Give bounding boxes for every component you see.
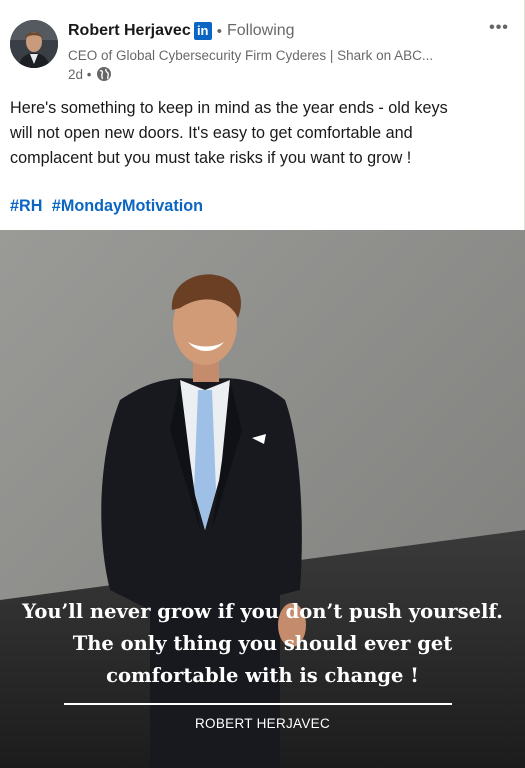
hashtags: #RH #MondayMotivation — [10, 197, 208, 216]
feed-post: Robert Herjavec in • Following CEO of Gl… — [0, 0, 525, 768]
following-status[interactable]: Following — [227, 22, 295, 40]
author-avatar[interactable] — [10, 20, 58, 68]
linkedin-badge-icon: in — [193, 22, 212, 40]
quote-line: The only thing you should ever get — [72, 632, 453, 655]
image-quote: You’ll never grow if you don’t push your… — [0, 596, 525, 692]
quote-divider — [64, 703, 452, 705]
author-name[interactable]: Robert Herjavec — [68, 22, 191, 40]
separator-dot: • — [216, 22, 222, 40]
post-text-line: will not open new doors. It's easy to ge… — [10, 124, 413, 142]
globe-icon — [96, 67, 111, 81]
post-header: Robert Herjavec in • Following CEO of Gl… — [0, 0, 525, 92]
author-headline: CEO of Global Cybersecurity Firm Cyderes… — [68, 48, 434, 63]
post-image[interactable]: You’ll never grow if you don’t push your… — [0, 230, 525, 768]
quote-line: You’ll never grow if you don’t push your… — [22, 600, 503, 623]
post-body: Here's something to keep in mind as the … — [10, 96, 515, 171]
hashtag-link[interactable]: #RH — [10, 197, 42, 215]
post-time[interactable]: 2d — [68, 67, 83, 82]
quote-attribution: ROBERT HERJAVEC — [194, 716, 331, 731]
more-options-button[interactable]: ••• — [483, 18, 515, 42]
separator-dot: • — [83, 66, 92, 82]
post-text-line: Here's something to keep in mind as the … — [10, 99, 448, 117]
quote-line: comfortable with is change ! — [106, 664, 419, 687]
avatar-image — [10, 20, 58, 68]
post-text-line: complacent but you must take risks if yo… — [10, 149, 412, 167]
post-meta: 2d • — [68, 66, 112, 82]
hashtag-link[interactable]: #MondayMotivation — [52, 197, 203, 215]
author-name-row: Robert Herjavec in • Following — [68, 22, 295, 40]
